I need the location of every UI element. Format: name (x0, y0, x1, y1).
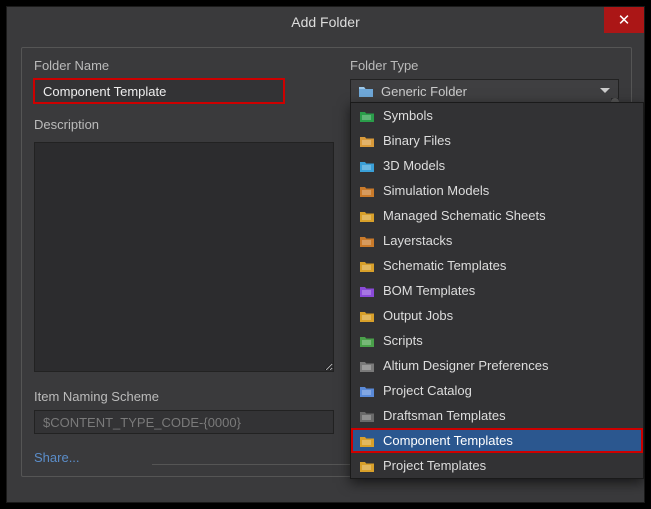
prefs-icon (357, 358, 377, 374)
right-column: Folder Type Generic Folder Symbols Binary… (350, 58, 619, 465)
catalog-icon (357, 383, 377, 399)
folder-icon (357, 83, 375, 99)
titlebar: Add Folder ✕ (7, 7, 644, 37)
folder-type-option[interactable]: Symbols (351, 103, 643, 128)
folder-type-option-label: Layerstacks (383, 233, 452, 248)
chevron-down-icon (600, 88, 610, 93)
folder-type-option[interactable]: Binary Files (351, 128, 643, 153)
folder-name-label: Folder Name (34, 58, 334, 73)
main-panel: Folder Name Description Item Naming Sche… (21, 47, 632, 477)
folder-type-option-label: Simulation Models (383, 183, 489, 198)
close-button[interactable]: ✕ (604, 7, 644, 33)
folder-type-option-label: Binary Files (383, 133, 451, 148)
folder-type-option-label: Symbols (383, 108, 433, 123)
naming-scheme-label: Item Naming Scheme (34, 389, 334, 404)
binary-icon (357, 133, 377, 149)
folder-type-option[interactable]: Project Catalog (351, 378, 643, 403)
scripts-icon (357, 333, 377, 349)
folder-name-input[interactable] (34, 79, 284, 103)
folder-type-option-label: Scripts (383, 333, 423, 348)
dialog-body: Folder Name Description Item Naming Sche… (7, 37, 644, 483)
description-label: Description (34, 117, 334, 132)
bom-icon (357, 283, 377, 299)
folder-type-option-label: BOM Templates (383, 283, 475, 298)
add-folder-dialog: Add Folder ✕ Folder Name Description Ite… (6, 6, 645, 503)
folder-type-option[interactable]: Scripts (351, 328, 643, 353)
folder-type-label: Folder Type (350, 58, 619, 73)
share-link[interactable]: Share... (34, 450, 80, 465)
symbols-icon (357, 108, 377, 124)
folder-type-option-label: Altium Designer Preferences (383, 358, 548, 373)
folder-type-option-label: Component Templates (383, 433, 513, 448)
folder-type-option[interactable]: Altium Designer Preferences (351, 353, 643, 378)
folder-type-combo[interactable]: Generic Folder (350, 79, 619, 103)
folder-type-option[interactable]: Draftsman Templates (351, 403, 643, 428)
dialog-title: Add Folder (291, 14, 359, 30)
layerstacks-icon (357, 233, 377, 249)
folder-type-option-label: Draftsman Templates (383, 408, 506, 423)
folder-type-option[interactable]: Simulation Models (351, 178, 643, 203)
output-icon (357, 308, 377, 324)
folder-type-option[interactable]: Managed Schematic Sheets (351, 203, 643, 228)
folder-type-selected-text: Generic Folder (381, 84, 467, 99)
sim-icon (357, 183, 377, 199)
folder-type-option-label: Project Catalog (383, 383, 472, 398)
left-column: Folder Name Description Item Naming Sche… (34, 58, 334, 465)
close-icon: ✕ (618, 11, 631, 29)
folder-type-dropdown: Symbols Binary Files 3D Models Simulation M… (350, 102, 644, 479)
comptpl-icon (357, 433, 377, 449)
folder-type-option[interactable]: Project Templates (351, 453, 643, 478)
naming-scheme-input[interactable] (34, 410, 334, 434)
description-input[interactable] (34, 142, 334, 372)
folder-type-option[interactable]: Layerstacks (351, 228, 643, 253)
folder-type-option-label: 3D Models (383, 158, 445, 173)
folder-type-option[interactable]: 3D Models (351, 153, 643, 178)
folder-type-option[interactable]: Component Templates (351, 428, 643, 453)
folder-type-option-label: Managed Schematic Sheets (383, 208, 546, 223)
folder-type-option-label: Output Jobs (383, 308, 453, 323)
folder-type-option[interactable]: Schematic Templates (351, 253, 643, 278)
schtpl-icon (357, 258, 377, 274)
folder-type-option[interactable]: BOM Templates (351, 278, 643, 303)
folder-type-option-label: Project Templates (383, 458, 486, 473)
projtpl-icon (357, 458, 377, 474)
folder-type-option-label: Schematic Templates (383, 258, 506, 273)
folder-type-option[interactable]: Output Jobs (351, 303, 643, 328)
draftsman-icon (357, 408, 377, 424)
models3d-icon (357, 158, 377, 174)
schematic-icon (357, 208, 377, 224)
